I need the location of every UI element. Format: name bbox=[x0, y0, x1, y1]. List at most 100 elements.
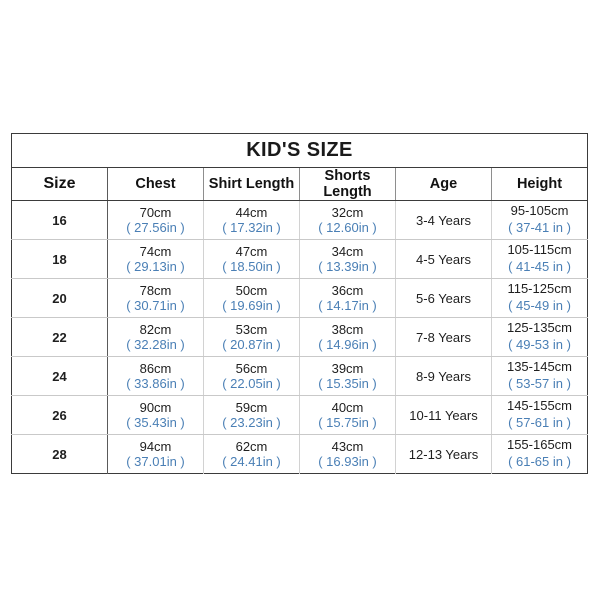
chest-in: ( 30.71in ) bbox=[126, 298, 185, 313]
table-row: 16 70cm ( 27.56in ) 44cm ( 17.32in ) 32c… bbox=[11, 200, 588, 240]
cell-size: 24 bbox=[11, 356, 108, 396]
chest-in: ( 37.01in ) bbox=[126, 454, 185, 469]
cell-height: 155-165cm( 61-65 in ) bbox=[492, 435, 588, 474]
cell-age: 3-4 Years bbox=[395, 200, 492, 240]
height-cm: 145-155cm bbox=[506, 398, 573, 414]
shorts-in: ( 13.39in ) bbox=[318, 259, 377, 274]
height-in: ( 49-53 in ) bbox=[508, 337, 571, 352]
table-row: 20 78cm ( 30.71in ) 50cm ( 19.69in ) 36c… bbox=[11, 278, 588, 318]
cell-height: 115-125cm( 45-49 in ) bbox=[491, 278, 588, 318]
column-header-size: Size bbox=[11, 167, 108, 201]
size-chart-page: KID'S SIZE Size Chest Shirt Length Short… bbox=[0, 0, 600, 600]
table-body: 16 70cm ( 27.56in ) 44cm ( 17.32in ) 32c… bbox=[11, 200, 588, 474]
chest-cm: 94cm bbox=[139, 439, 172, 454]
shirt-in: ( 23.23in ) bbox=[222, 415, 281, 430]
cell-shorts-length: 40cm ( 15.75in ) bbox=[299, 395, 396, 435]
age-value: 10-11 Years bbox=[409, 407, 478, 423]
cell-shorts-length: 32cm ( 12.60in ) bbox=[299, 200, 396, 240]
shorts-cm: 36cm bbox=[331, 283, 364, 298]
column-header-shorts-length: Shorts Length bbox=[299, 167, 396, 201]
cell-shirt-length: 44cm ( 17.32in ) bbox=[203, 200, 300, 240]
cell-shorts-length: 38cm ( 14.96in ) bbox=[299, 317, 396, 357]
cell-size: 26 bbox=[11, 395, 108, 435]
cell-chest: 94cm ( 37.01in ) bbox=[107, 434, 204, 474]
shorts-cm: 43cm bbox=[331, 439, 364, 454]
shorts-cm: 40cm bbox=[331, 400, 364, 415]
height-in: ( 37-41 in ) bbox=[508, 220, 571, 235]
shorts-cm: 39cm bbox=[331, 361, 364, 376]
cell-height: 105-115cm( 41-45 in ) bbox=[491, 239, 588, 279]
shirt-in: ( 19.69in ) bbox=[222, 298, 281, 313]
cell-age: 12-13 Years bbox=[395, 434, 492, 474]
age-value: 5-6 Years bbox=[416, 290, 471, 306]
cell-size: 22 bbox=[11, 317, 108, 357]
height-in: ( 45-49 in ) bbox=[508, 298, 571, 313]
page-title: KID'S SIZE bbox=[246, 139, 353, 161]
height-in: ( 41-45 in ) bbox=[508, 259, 571, 274]
cell-chest: 90cm ( 35.43in ) bbox=[107, 395, 204, 435]
shorts-in: ( 12.60in ) bbox=[318, 220, 377, 235]
chest-in: ( 27.56in ) bbox=[126, 220, 185, 235]
cell-size: 18 bbox=[11, 239, 108, 279]
shirt-in: ( 20.87in ) bbox=[222, 337, 281, 352]
cell-chest: 86cm ( 33.86in ) bbox=[107, 356, 204, 396]
shirt-in: ( 22.05in ) bbox=[222, 376, 281, 391]
table-header-row: Size Chest Shirt Length Shorts Length Ag… bbox=[11, 167, 588, 201]
height-cm: 125-135cm bbox=[506, 320, 573, 336]
shirt-cm: 44cm bbox=[235, 205, 268, 220]
chest-in: ( 29.13in ) bbox=[126, 259, 185, 274]
cell-age: 8-9 Years bbox=[395, 356, 492, 396]
table-row: 24 86cm ( 33.86in ) 56cm ( 22.05in ) 39c… bbox=[11, 356, 588, 396]
height-cm: 115-125cm bbox=[507, 281, 572, 297]
cell-shorts-length: 39cm ( 15.35in ) bbox=[299, 356, 396, 396]
shorts-cm: 32cm bbox=[331, 205, 364, 220]
cell-age: 4-5 Years bbox=[395, 239, 492, 279]
age-value: 8-9 Years bbox=[416, 368, 471, 384]
cell-age: 7-8 Years bbox=[395, 317, 492, 357]
height-in: ( 57-61 in ) bbox=[508, 415, 571, 430]
cell-height: 95-105cm( 37-41 in ) bbox=[491, 200, 588, 240]
table-title-cell: KID'S SIZE bbox=[11, 133, 588, 168]
shorts-in: ( 14.17in ) bbox=[318, 298, 377, 313]
shirt-in: ( 17.32in ) bbox=[222, 220, 281, 235]
shorts-in: ( 15.35in ) bbox=[318, 376, 377, 391]
chest-cm: 70cm bbox=[139, 205, 172, 220]
cell-shirt-length: 53cm ( 20.87in ) bbox=[203, 317, 300, 357]
chest-in: ( 32.28in ) bbox=[126, 337, 185, 352]
chest-cm: 90cm bbox=[139, 400, 172, 415]
table-head: KID'S SIZE Size Chest Shirt Length Short… bbox=[11, 133, 588, 201]
cell-age: 10-11 Years bbox=[395, 395, 492, 435]
shirt-cm: 47cm bbox=[235, 244, 268, 259]
cell-shirt-length: 59cm ( 23.23in ) bbox=[203, 395, 300, 435]
shorts-cm: 34cm bbox=[331, 244, 364, 259]
table-row: 26 90cm ( 35.43in ) 59cm ( 23.23in ) 40c… bbox=[11, 395, 588, 435]
cell-size: 28 bbox=[11, 434, 108, 474]
age-value: 3-4 Years bbox=[416, 212, 471, 228]
shirt-cm: 53cm bbox=[235, 322, 268, 337]
table-row: 28 94cm ( 37.01in ) 62cm ( 24.41in ) 43c… bbox=[11, 434, 588, 474]
chest-cm: 82cm bbox=[139, 322, 172, 337]
cell-age: 5-6 Years bbox=[395, 278, 492, 318]
cell-size: 16 bbox=[11, 200, 108, 240]
column-header-shirt-length: Shirt Length bbox=[203, 167, 300, 201]
kids-size-table: KID'S SIZE Size Chest Shirt Length Short… bbox=[11, 133, 588, 474]
height-in: ( 53-57 in ) bbox=[508, 376, 571, 391]
size-table-container: KID'S SIZE Size Chest Shirt Length Short… bbox=[11, 133, 588, 474]
cell-height: 125-135cm( 49-53 in ) bbox=[491, 317, 588, 357]
column-header-height: Height bbox=[491, 167, 588, 201]
chest-in: ( 35.43in ) bbox=[126, 415, 185, 430]
chest-in: ( 33.86in ) bbox=[126, 376, 185, 391]
cell-shirt-length: 47cm ( 18.50in ) bbox=[203, 239, 300, 279]
cell-chest: 78cm ( 30.71in ) bbox=[107, 278, 204, 318]
cell-shirt-length: 56cm ( 22.05in ) bbox=[203, 356, 300, 396]
cell-shorts-length: 36cm ( 14.17in ) bbox=[299, 278, 396, 318]
shirt-cm: 62cm bbox=[235, 439, 268, 454]
shirt-in: ( 24.41in ) bbox=[222, 454, 281, 469]
height-cm: 95-105cm bbox=[510, 203, 569, 219]
cell-shirt-length: 62cm ( 24.41in ) bbox=[203, 434, 300, 474]
height-in: ( 61-65 in ) bbox=[508, 454, 571, 469]
table-title-row: KID'S SIZE bbox=[11, 133, 588, 168]
cell-chest: 82cm ( 32.28in ) bbox=[107, 317, 204, 357]
cell-shirt-length: 50cm ( 19.69in ) bbox=[203, 278, 300, 318]
height-cm: 105-115cm bbox=[507, 242, 572, 258]
